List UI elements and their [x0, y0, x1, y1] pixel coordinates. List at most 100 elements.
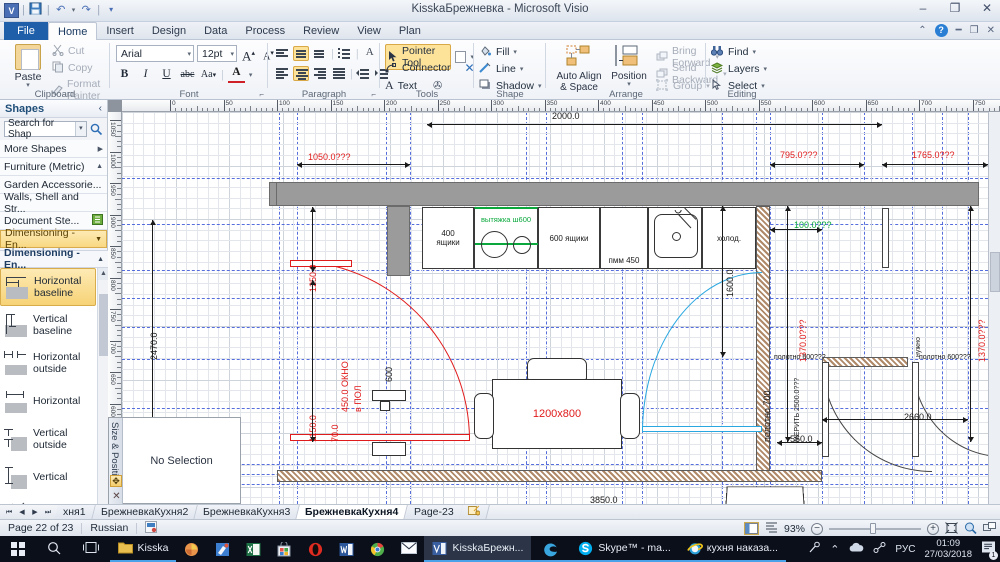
zoom-slider-knob[interactable]	[870, 523, 876, 534]
grow-font-button[interactable]: A▴	[240, 45, 257, 63]
fill-dropdown-icon[interactable]: ▾	[513, 48, 517, 56]
tab-file[interactable]: File	[4, 22, 48, 40]
more-shapes-item[interactable]: More Shapes ▶	[0, 140, 107, 158]
tab-review[interactable]: Review	[294, 22, 348, 40]
align-left-button[interactable]	[274, 66, 290, 81]
guide-horizontal[interactable]	[122, 327, 988, 328]
zoom-in-button[interactable]: +	[927, 522, 939, 535]
macro-record-icon[interactable]	[145, 520, 158, 536]
cabinet-400[interactable]: 400 ящики	[422, 207, 474, 269]
door-leaf-right-2[interactable]	[912, 362, 919, 457]
cabinet-sink[interactable]	[648, 207, 702, 269]
shape-vertical-outside[interactable]: Vertical outside	[0, 420, 96, 458]
first-page-button[interactable]: ⏮	[3, 506, 15, 519]
paste-button[interactable]: Paste ▾	[8, 44, 48, 89]
chair-left[interactable]	[474, 393, 494, 439]
taskbar-item-photos[interactable]	[176, 536, 207, 562]
taskbar-item-ie[interactable]: кухня наказа...	[678, 536, 786, 562]
wall-end-left[interactable]	[269, 182, 277, 206]
chair-top[interactable]	[527, 358, 587, 380]
taskbar-item-mail[interactable]	[393, 536, 424, 562]
zoom-out-button[interactable]: −	[811, 522, 823, 535]
chevron-down-icon[interactable]: ▾	[184, 50, 191, 58]
search-icon[interactable]	[90, 123, 103, 136]
position-button[interactable]: Position ▾	[608, 44, 650, 88]
fixture-bottom-right[interactable]	[725, 486, 805, 504]
tab-home[interactable]: Home	[48, 22, 98, 40]
help-icon[interactable]: ?	[934, 24, 948, 37]
page-tab-4[interactable]: БрежневкаКухня4	[296, 504, 409, 520]
ribbon-collapse-icon[interactable]: ⌃	[918, 25, 926, 36]
search-input[interactable]: Search for Shap ▾	[4, 118, 87, 140]
strikethrough-button[interactable]: abc	[179, 66, 196, 83]
shape-horizontal[interactable]: Horizontal	[0, 382, 96, 420]
guide-vertical[interactable]	[942, 112, 943, 504]
stencil-collapse-icon[interactable]: ▲	[97, 256, 104, 263]
pin-icon[interactable]: ✥	[110, 475, 122, 487]
chevron-down-icon[interactable]: ▾	[227, 50, 234, 58]
show-hidden-icons-icon[interactable]: ⌃	[830, 543, 839, 556]
decrease-indent-button[interactable]	[355, 66, 372, 81]
page-tab-3[interactable]: БрежневкаКухня3	[194, 504, 301, 520]
door-leaf-red-top[interactable]	[290, 260, 352, 267]
font-size-combo[interactable]: 12pt ▾	[197, 45, 237, 62]
tab-view[interactable]: View	[348, 22, 390, 40]
chair-right[interactable]	[620, 393, 640, 439]
change-case-button[interactable]: Aa▾	[200, 66, 217, 83]
stencil-item-furniture[interactable]: Furniture (Metric) ▲	[0, 158, 107, 176]
wall-top-horizontal[interactable]	[269, 182, 979, 206]
layers-dropdown-icon[interactable]: ▾	[764, 65, 768, 73]
close-icon[interactable]: ✕	[111, 491, 122, 502]
connector-label[interactable]: Connector	[402, 62, 450, 74]
taskbar-item-opera[interactable]	[300, 536, 331, 562]
guide-vertical[interactable]	[770, 112, 771, 504]
paragraph-dialog-launcher[interactable]: ⌐	[371, 90, 376, 99]
canvas-vertical-scrollbar[interactable]	[988, 112, 1000, 504]
scrollbar-thumb[interactable]	[99, 294, 108, 356]
fixture-small-2[interactable]	[380, 401, 390, 411]
horizontal-ruler[interactable]: 0 50 100 150 200 250 300 350 400 450 500 550 600 650 7…	[122, 100, 1000, 112]
taskbar-item-excel[interactable]	[238, 536, 269, 562]
taskbar-item-edge[interactable]	[531, 536, 571, 562]
auto-align-space-button[interactable]: Auto Align & Space	[552, 44, 606, 93]
font-dialog-launcher[interactable]: ⌐	[259, 90, 264, 99]
drawing-page[interactable]: 400 ящики вытяжка ш600 600 ящики пмм 450	[122, 112, 988, 504]
window-layout-icon[interactable]	[983, 522, 996, 535]
view-normal-icon[interactable]	[743, 522, 759, 535]
find-dropdown-icon[interactable]: ▾	[752, 48, 756, 56]
cabinet-fridge[interactable]: холод.	[702, 207, 756, 269]
search-button[interactable]	[36, 536, 72, 562]
shape-vertical-baseline[interactable]: Vertical baseline	[0, 306, 96, 344]
cabinet-dishwasher[interactable]: пмм 450	[600, 207, 648, 269]
taskbar-item-visio[interactable]: KisskaБрежн...	[424, 536, 532, 562]
guide-horizontal[interactable]	[122, 298, 988, 299]
wall-vertical-center[interactable]	[387, 206, 410, 276]
cabinet-600[interactable]: 600 ящики	[538, 207, 600, 269]
position-dropdown-icon[interactable]: ▾	[608, 81, 650, 88]
shape-vertical[interactable]: Vertical	[0, 458, 96, 496]
align-middle-button[interactable]	[293, 46, 309, 61]
minimize-button[interactable]: –	[914, 1, 932, 15]
scrollbar-thumb[interactable]	[990, 252, 1000, 292]
justify-button[interactable]	[331, 66, 347, 81]
layers-label[interactable]: Layers	[728, 63, 760, 75]
page-tab-1[interactable]: хня1	[54, 504, 96, 520]
open-stencil-header[interactable]: Dimensioning - En... ▲	[0, 247, 108, 271]
onedrive-icon[interactable]	[848, 542, 864, 556]
shape-horizontal-baseline[interactable]: Horizontal baseline	[0, 268, 96, 306]
tab-insert[interactable]: Insert	[97, 22, 143, 40]
fit-page-icon[interactable]	[945, 522, 958, 535]
next-page-button[interactable]: ▶	[29, 506, 41, 519]
minimize-ribbon-icon[interactable]: ━	[956, 25, 962, 36]
stencil-item-dimensioning[interactable]: Dimensioning - En... ▼	[0, 227, 107, 251]
cabinet-hood[interactable]: вытяжка ш600	[474, 207, 539, 269]
font-color-button[interactable]: A	[227, 66, 245, 83]
zoom-slider[interactable]	[829, 522, 921, 535]
italic-button[interactable]: I	[137, 66, 154, 83]
taskbar-item-kisska[interactable]: Kisska	[109, 536, 177, 562]
taskbar-item-paint[interactable]	[207, 536, 238, 562]
view-fullscreen-icon[interactable]	[765, 522, 778, 535]
text-direction-button[interactable]: A	[362, 46, 378, 61]
find-label[interactable]: Find	[728, 46, 748, 58]
fixture-right-tall[interactable]	[882, 208, 889, 268]
